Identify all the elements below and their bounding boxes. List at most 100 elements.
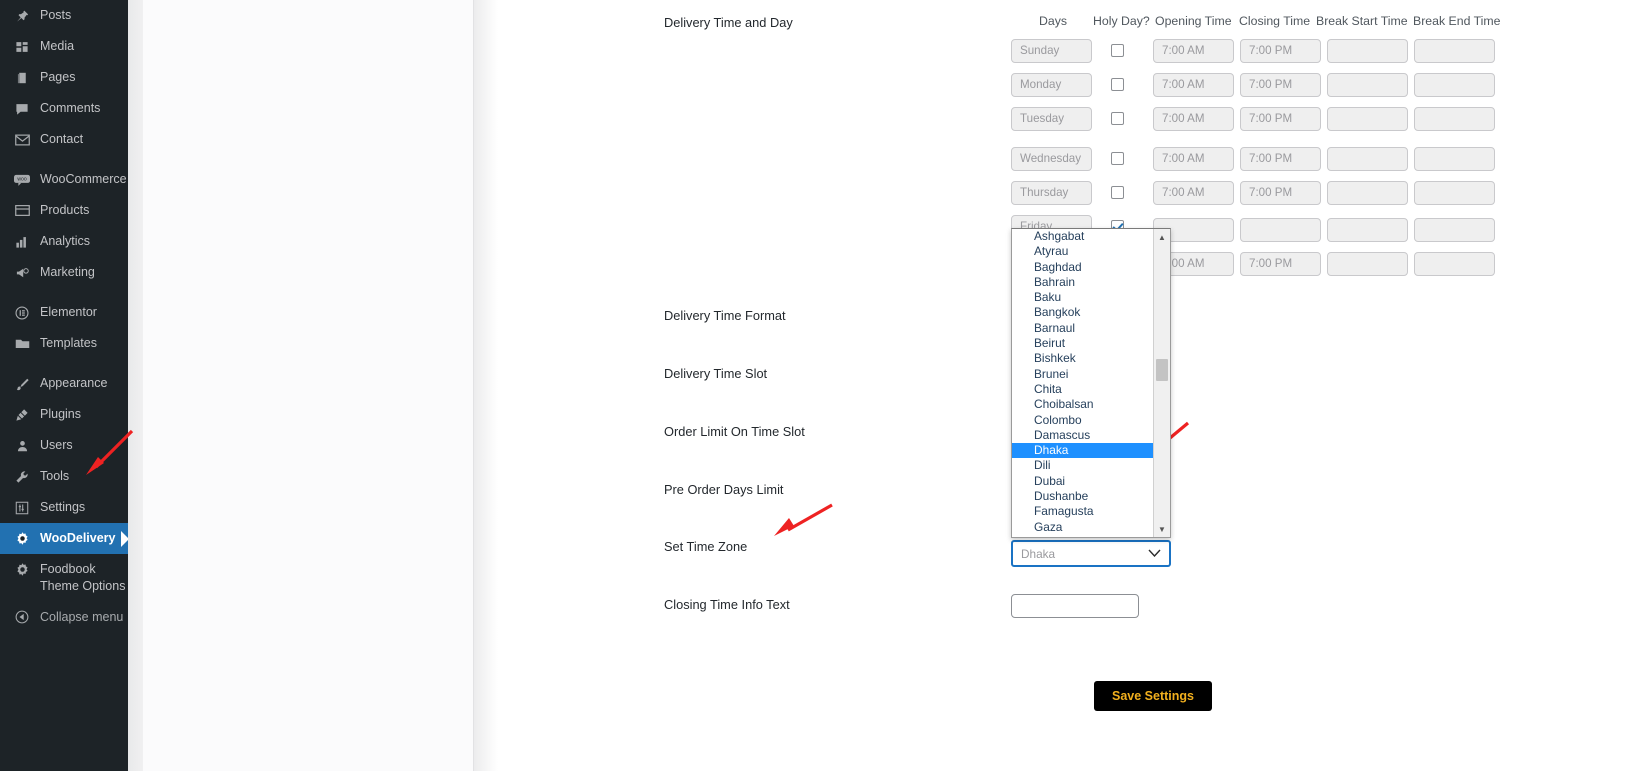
sidebar-item-label: Tools bbox=[40, 468, 69, 485]
sidebar-item-pages[interactable]: Pages bbox=[0, 62, 128, 93]
closing-time-field[interactable]: 7:00 PM bbox=[1240, 73, 1321, 97]
timezone-option[interactable]: Famagusta bbox=[1012, 504, 1170, 519]
sidebar-item-appearance[interactable]: Appearance bbox=[0, 368, 128, 399]
megaphone-icon bbox=[12, 264, 32, 281]
sidebar-item-marketing[interactable]: Marketing bbox=[0, 257, 128, 288]
holy-day-checkbox[interactable] bbox=[1111, 78, 1124, 91]
dropdown-scrollbar[interactable]: ▲ ▼ bbox=[1153, 229, 1170, 537]
timezone-option[interactable]: Dhaka bbox=[1012, 443, 1170, 458]
opening-time-field[interactable]: 7:00 AM bbox=[1153, 39, 1234, 63]
day-name-field[interactable]: Thursday bbox=[1011, 181, 1092, 205]
label-delivery-time-and-day: Delivery Time and Day bbox=[664, 15, 793, 30]
sidebar-item-plugins[interactable]: Plugins bbox=[0, 399, 128, 430]
day-name-field[interactable]: Monday bbox=[1011, 73, 1092, 97]
break-start-time-field[interactable] bbox=[1327, 218, 1408, 242]
opening-time-field[interactable]: 7:00 AM bbox=[1153, 181, 1234, 205]
page-icon bbox=[12, 69, 32, 86]
break-start-time-field[interactable] bbox=[1327, 73, 1408, 97]
collapse-menu-label: Collapse menu bbox=[40, 610, 123, 624]
sidebar-item-label: Marketing bbox=[40, 264, 95, 281]
timezone-option[interactable]: Baku bbox=[1012, 290, 1170, 305]
settings-form: Delivery Time and Day Delivery Time Form… bbox=[498, 0, 1650, 771]
break-end-time-field[interactable] bbox=[1414, 252, 1495, 276]
closing-time-info-input[interactable] bbox=[1011, 594, 1139, 618]
break-start-time-field[interactable] bbox=[1327, 181, 1408, 205]
folder-icon bbox=[12, 335, 32, 352]
sidebar-item-label: Comments bbox=[40, 100, 100, 117]
col-header-holy-day: Holy Day? bbox=[1093, 14, 1150, 28]
break-start-time-field[interactable] bbox=[1327, 39, 1408, 63]
day-name-field[interactable]: Tuesday bbox=[1011, 107, 1092, 131]
timezone-option[interactable]: Choibalsan bbox=[1012, 397, 1170, 412]
closing-time-field[interactable]: 7:00 PM bbox=[1240, 107, 1321, 131]
sidebar-item-media[interactable]: Media bbox=[0, 31, 128, 62]
day-name-field[interactable]: Sunday bbox=[1011, 39, 1092, 63]
sidebar-item-label: Foodbook Theme Options bbox=[40, 561, 128, 595]
timezone-option[interactable]: Barnaul bbox=[1012, 321, 1170, 336]
closing-time-field[interactable]: 7:00 PM bbox=[1240, 252, 1321, 276]
holy-day-checkbox[interactable] bbox=[1111, 44, 1124, 57]
break-end-time-field[interactable] bbox=[1414, 218, 1495, 242]
break-end-time-field[interactable] bbox=[1414, 147, 1495, 171]
holy-day-checkbox[interactable] bbox=[1111, 112, 1124, 125]
timezone-option[interactable]: Ashgabat bbox=[1012, 229, 1170, 244]
timezone-option[interactable]: Bangkok bbox=[1012, 305, 1170, 320]
timezone-option[interactable]: Dili bbox=[1012, 458, 1170, 473]
sidebar-item-woocommerce[interactable]: wooWooCommerce bbox=[0, 164, 128, 195]
holy-day-checkbox[interactable] bbox=[1111, 186, 1124, 199]
closing-time-field[interactable]: 7:00 PM bbox=[1240, 181, 1321, 205]
gear-icon bbox=[12, 530, 32, 547]
closing-time-field[interactable] bbox=[1240, 218, 1321, 242]
break-start-time-field[interactable] bbox=[1327, 147, 1408, 171]
scrollbar-thumb[interactable] bbox=[1156, 359, 1168, 381]
opening-time-field[interactable]: 7:00 AM bbox=[1153, 147, 1234, 171]
user-icon bbox=[12, 437, 32, 454]
holy-day-checkbox[interactable] bbox=[1111, 152, 1124, 165]
sidebar-item-settings[interactable]: Settings bbox=[0, 492, 128, 523]
sidebar-item-users[interactable]: Users bbox=[0, 430, 128, 461]
sidebar-item-templates[interactable]: Templates bbox=[0, 328, 128, 359]
opening-time-field[interactable]: 7:00 AM bbox=[1153, 73, 1234, 97]
opening-time-field[interactable]: 7:00 AM bbox=[1153, 107, 1234, 131]
timezone-option[interactable]: Baghdad bbox=[1012, 260, 1170, 275]
sidebar-item-posts[interactable]: Posts bbox=[0, 0, 128, 31]
save-settings-button[interactable]: Save Settings bbox=[1094, 681, 1212, 711]
day-name-field[interactable]: Wednesday bbox=[1011, 147, 1092, 171]
timezone-select[interactable]: Dhaka bbox=[1011, 540, 1171, 567]
timezone-option[interactable]: Chita bbox=[1012, 382, 1170, 397]
sidebar-item-woodelivery[interactable]: WooDelivery bbox=[0, 523, 128, 554]
sidebar-item-contact[interactable]: Contact bbox=[0, 124, 128, 155]
break-end-time-field[interactable] bbox=[1414, 107, 1495, 131]
timezone-option[interactable]: Brunei bbox=[1012, 367, 1170, 382]
timezone-option[interactable]: Beirut bbox=[1012, 336, 1170, 351]
timezone-option[interactable]: Dushanbe bbox=[1012, 489, 1170, 504]
break-end-time-field[interactable] bbox=[1414, 73, 1495, 97]
timezone-option[interactable]: Damascus bbox=[1012, 428, 1170, 443]
timezone-option[interactable]: Bishkek bbox=[1012, 351, 1170, 366]
triangle-down-icon[interactable]: ▼ bbox=[1154, 521, 1170, 537]
timezone-option-list[interactable]: AshgabatAtyrauBaghdadBahrainBakuBangkokB… bbox=[1012, 229, 1170, 535]
closing-time-field[interactable]: 7:00 PM bbox=[1240, 147, 1321, 171]
panel-shadow bbox=[474, 0, 498, 771]
break-end-time-field[interactable] bbox=[1414, 39, 1495, 63]
collapse-menu-button[interactable]: Collapse menu bbox=[0, 602, 128, 632]
sidebar-item-label: Posts bbox=[40, 7, 71, 24]
break-end-time-field[interactable] bbox=[1414, 181, 1495, 205]
timezone-option[interactable]: Colombo bbox=[1012, 413, 1170, 428]
triangle-up-icon[interactable]: ▲ bbox=[1154, 229, 1170, 245]
sidebar-item-tools[interactable]: Tools bbox=[0, 461, 128, 492]
timezone-option[interactable]: Gaza bbox=[1012, 520, 1170, 535]
timezone-option[interactable]: Bahrain bbox=[1012, 275, 1170, 290]
sidebar-item-elementor[interactable]: Elementor bbox=[0, 297, 128, 328]
sidebar-item-foodbook-theme-options[interactable]: Foodbook Theme Options bbox=[0, 554, 128, 602]
products-icon bbox=[12, 202, 32, 219]
timezone-dropdown-list[interactable]: AshgabatAtyrauBaghdadBahrainBakuBangkokB… bbox=[1011, 228, 1171, 538]
sidebar-item-products[interactable]: Products bbox=[0, 195, 128, 226]
closing-time-field[interactable]: 7:00 PM bbox=[1240, 39, 1321, 63]
sidebar-item-comments[interactable]: Comments bbox=[0, 93, 128, 124]
break-start-time-field[interactable] bbox=[1327, 252, 1408, 276]
timezone-option[interactable]: Atyrau bbox=[1012, 244, 1170, 259]
sidebar-item-analytics[interactable]: Analytics bbox=[0, 226, 128, 257]
timezone-option[interactable]: Dubai bbox=[1012, 474, 1170, 489]
break-start-time-field[interactable] bbox=[1327, 107, 1408, 131]
